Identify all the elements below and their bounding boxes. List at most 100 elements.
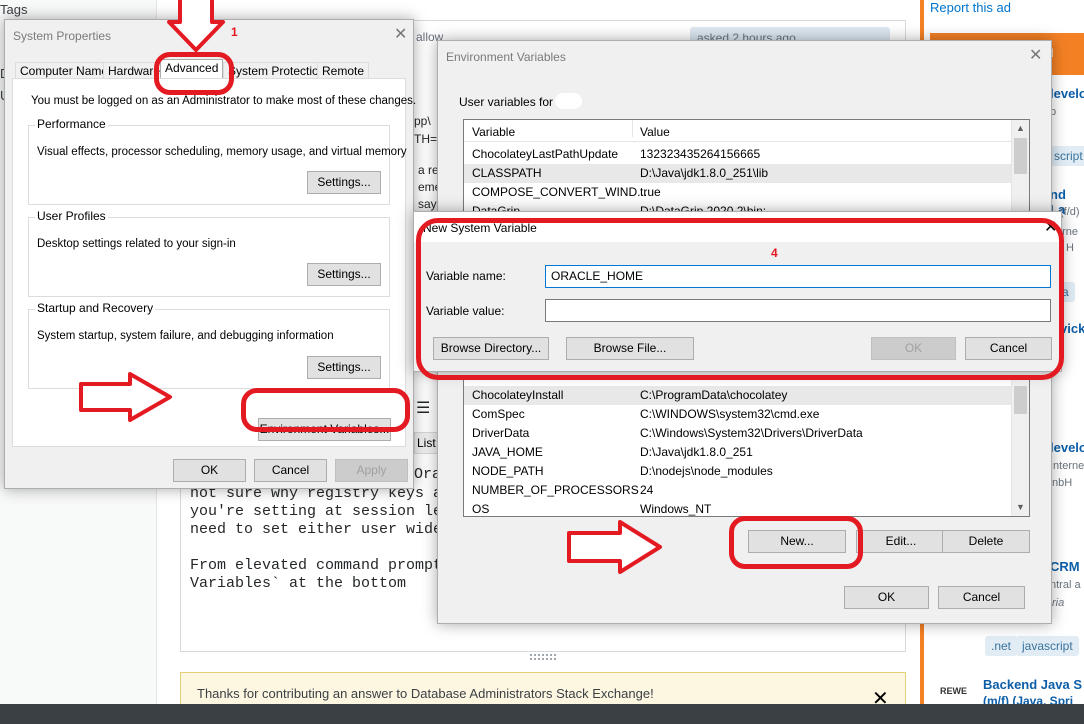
job-link[interactable]: Backend Java S: [983, 677, 1082, 692]
variable-name: CLASSPATH: [472, 166, 542, 180]
arrow-right-icon: [567, 520, 662, 574]
variable-value: C:\WINDOWS\system32\cmd.exe: [640, 407, 820, 421]
user-variables-label: User variables for: [459, 95, 554, 109]
performance-label: Performance: [35, 117, 108, 131]
variable-value: 24: [640, 483, 654, 497]
code-line: From elevated command prompt t: [190, 557, 461, 574]
taskbar: [0, 704, 1084, 724]
variable-value: D:\Java\jdk1.8.0_251: [640, 445, 753, 459]
variable-name: COMPOSE_CONVERT_WIND...: [472, 185, 648, 199]
editor-toolbar-tab[interactable]: List: [414, 432, 438, 454]
variable-name: NODE_PATH: [472, 464, 544, 478]
col-value[interactable]: Value: [640, 125, 670, 139]
resize-grip[interactable]: [530, 654, 556, 660]
report-ad-link[interactable]: Report this ad: [930, 0, 1011, 15]
admin-note: You must be logged on as an Administrato…: [31, 95, 417, 107]
performance-settings-button[interactable]: Settings...: [307, 171, 381, 194]
list-item[interactable]: OS Windows_NT: [464, 500, 1011, 516]
arrow-right-icon: [79, 372, 172, 422]
list-item[interactable]: ChocolateyInstall C:\ProgramData\chocola…: [464, 386, 1011, 405]
user-profiles-group: User Profiles Desktop settings related t…: [28, 209, 390, 297]
list-header: Variable Value: [464, 120, 1011, 142]
job-sub: H: [1066, 242, 1074, 254]
list-item[interactable]: CLASSPATH D:\Java\jdk1.8.0_251\lib: [464, 164, 1011, 183]
highlight-new-variable-dialog: [416, 218, 1064, 380]
variable-value: C:\ProgramData\chocolatey: [640, 388, 788, 402]
user-profiles-label: User Profiles: [35, 209, 108, 223]
list-item[interactable]: DriverData C:\Windows\System32\Drivers\D…: [464, 424, 1011, 443]
list-item[interactable]: ComSpec C:\WINDOWS\system32\cmd.exe: [464, 405, 1011, 424]
scroll-thumb[interactable]: [1014, 138, 1027, 174]
tag-javascript[interactable]: javascript: [1016, 636, 1079, 656]
startup-desc: System startup, system failure, and debu…: [37, 330, 334, 342]
code-line: Variables` at the bottom: [190, 575, 407, 592]
list-item[interactable]: NUMBER_OF_PROCESSORS 24: [464, 481, 1011, 500]
col-variable[interactable]: Variable: [472, 125, 515, 139]
code-line: you're setting at session leve: [190, 503, 461, 520]
job-link[interactable]: levelo: [1050, 440, 1084, 455]
ok-button[interactable]: OK: [844, 586, 929, 609]
list-item[interactable]: ChocolateyLastPathUpdate 132323435264156…: [464, 145, 1011, 164]
step-number: 1: [231, 25, 238, 39]
variable-name: ComSpec: [472, 407, 525, 421]
window-title: Environment Variables: [446, 50, 566, 64]
close-icon[interactable]: ✕: [394, 27, 407, 43]
edit-variable-button[interactable]: Edit...: [856, 530, 946, 553]
variable-value: Windows_NT: [640, 502, 712, 516]
variable-value: true: [640, 185, 661, 199]
startup-label: Startup and Recovery: [35, 301, 156, 315]
job-sub: (f/d): [1060, 206, 1080, 218]
nav-tags-link[interactable]: Tags: [0, 2, 27, 17]
list-item[interactable]: NODE_PATH D:\nodejs\node_modules: [464, 462, 1011, 481]
job-link[interactable]: levelo: [1050, 86, 1084, 101]
contribution-notice: Thanks for contributing an answer to Dat…: [180, 672, 906, 706]
job-link[interactable]: CRM: [1050, 559, 1080, 574]
list-item[interactable]: COMPOSE_CONVERT_WIND... true: [464, 183, 1011, 202]
redacted-username: [555, 93, 582, 109]
tag-dotnet[interactable]: .net: [985, 636, 1018, 656]
ok-button[interactable]: OK: [173, 459, 246, 482]
variable-name: ChocolateyInstall: [472, 388, 564, 402]
variable-name: NUMBER_OF_PROCESSORS: [472, 483, 639, 497]
list-item[interactable]: JAVA_HOME D:\Java\jdk1.8.0_251: [464, 443, 1011, 462]
job-sub: ria: [1052, 597, 1065, 609]
job-sub: Interne: [1050, 460, 1084, 472]
system-variables-list[interactable]: ChocolateyInstall C:\ProgramData\chocola…: [463, 377, 1030, 517]
text-fragment: pp\: [414, 114, 431, 128]
cancel-button[interactable]: Cancel: [254, 459, 327, 482]
col-divider: [632, 120, 633, 137]
variable-value: 132323435264156665: [640, 147, 761, 161]
step-number: 4: [771, 246, 778, 260]
apply-button[interactable]: Apply: [335, 459, 408, 482]
text-fragment: say: [418, 197, 437, 211]
highlight-env-button: [241, 388, 410, 432]
arrow-down-icon: [167, 0, 225, 52]
highlight-new-button: [729, 516, 863, 569]
window-title: System Properties: [13, 29, 112, 43]
variable-name: OS: [472, 502, 490, 516]
code-line: need to set either user wide o: [190, 521, 461, 538]
job-sub: nbH: [1052, 477, 1073, 489]
scroll-down-icon[interactable]: ▼: [1016, 502, 1025, 512]
job-sub: ntral a: [1050, 579, 1081, 591]
variable-value: D:\nodejs\node_modules: [640, 464, 773, 478]
startup-settings-button[interactable]: Settings...: [307, 356, 381, 379]
user-profiles-desc: Desktop settings related to your sign-in: [37, 238, 236, 250]
variable-name: JAVA_HOME: [472, 445, 543, 459]
delete-variable-button[interactable]: Delete: [942, 530, 1030, 553]
cancel-button[interactable]: Cancel: [938, 586, 1025, 609]
scroll-up-icon[interactable]: ▲: [1016, 123, 1025, 133]
close-icon[interactable]: ✕: [1029, 48, 1042, 64]
variable-value: C:\Windows\System32\Drivers\DriverData: [640, 426, 863, 440]
user-profiles-settings-button[interactable]: Settings...: [307, 263, 381, 286]
variable-name: ChocolateyLastPathUpdate: [472, 147, 619, 161]
job-tag[interactable]: script: [1050, 146, 1084, 166]
performance-group: Performance Visual effects, processor sc…: [28, 117, 407, 205]
list-icon[interactable]: ☰: [416, 398, 430, 418]
text-fragment: a re: [418, 163, 439, 177]
highlight-advanced-tab: [154, 52, 234, 95]
scrollbar[interactable]: ▼: [1011, 378, 1029, 516]
variable-name: DriverData: [472, 426, 530, 440]
variable-value: D:\Java\jdk1.8.0_251\lib: [640, 166, 769, 180]
scroll-thumb[interactable]: [1014, 386, 1027, 414]
